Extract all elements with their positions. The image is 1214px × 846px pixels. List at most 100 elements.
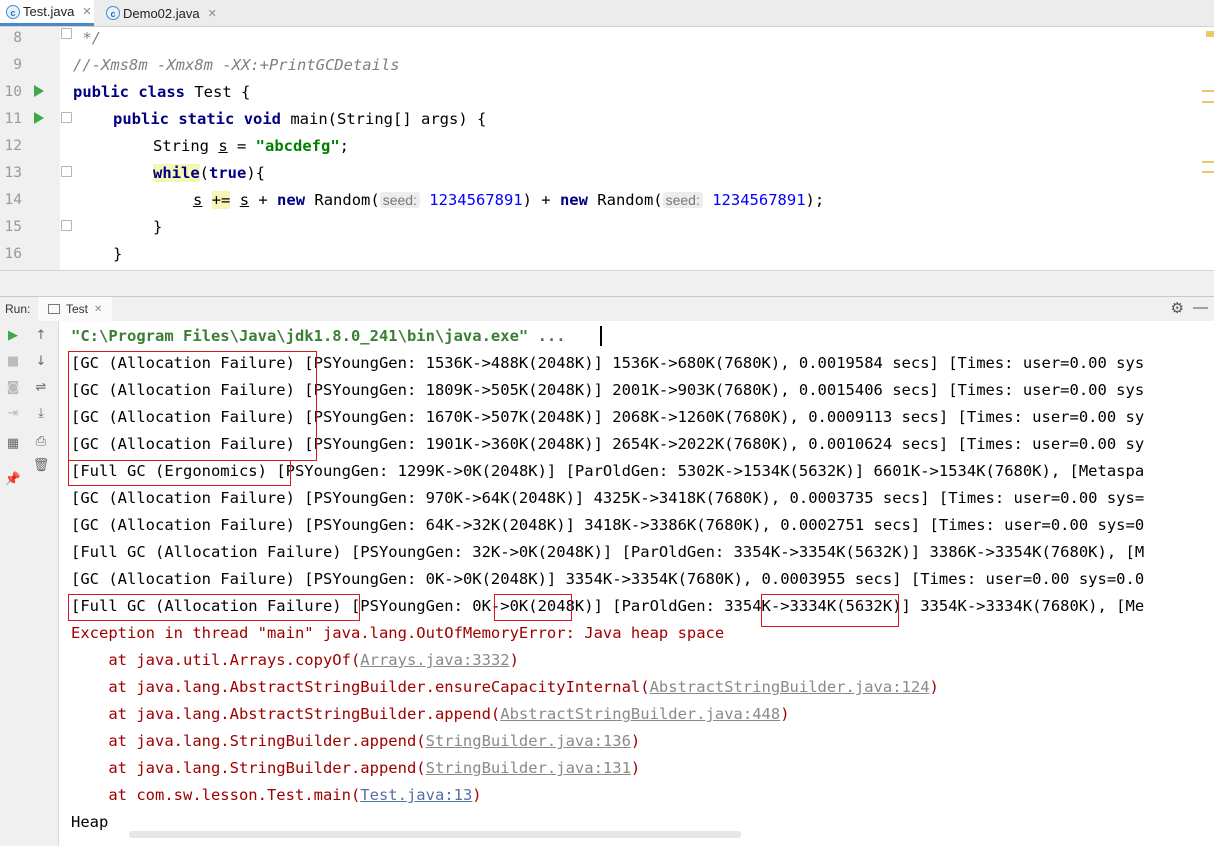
stack-text: at java.lang.StringBuilder.append( [71,759,426,777]
editor-tab-bar: c Test.java ✕ c Demo02.java ✕ [0,0,1214,27]
run-icon[interactable] [34,112,44,124]
operator: += [211,191,231,209]
gc-log-head: [GC (Allocation Failure) [71,489,295,507]
run-tool-window-header: Run: Test ✕ ⚙ — [0,296,1214,323]
source-link[interactable]: StringBuilder.java:131 [426,759,631,777]
rerun-icon[interactable]: ▶ [4,327,22,345]
close-icon[interactable]: ✕ [94,304,102,315]
tab-test-java[interactable]: c Test.java ✕ [0,0,94,26]
number-literal: 1234567891 [429,191,523,209]
code-line: 15 } [0,216,1200,243]
line-number: 9 [13,57,22,73]
panel-separator[interactable] [0,270,1214,297]
layout-icon[interactable]: ▦ [4,435,22,453]
code-text: s += s + new Random(seed: 1234567891) + … [193,189,824,211]
gc-log-rest: [PSYoungGen: 0K->0K(2048K)] [ParOldGen: … [341,597,1145,615]
exit-icon[interactable]: ⇥ [4,405,22,423]
code-fragment: main(String[] args) { [281,110,487,128]
code-comment: //-Xms8m -Xmx8m -XX:+PrintGCDetails [73,56,400,74]
console-output[interactable]: "C:\Program Files\Java\jdk1.8.0_241\bin\… [59,321,1214,846]
code-line: 8 */ [0,27,1200,54]
warning-marker[interactable] [1202,90,1214,92]
fold-icon[interactable] [61,28,72,39]
stack-frame: at com.sw.lesson.Test.main(Test.java:13) [71,784,481,806]
gc-log-rest: [PSYoungGen: 1299K->0K(2048K)] [ParOldGe… [276,462,1145,480]
run-tab-test[interactable]: Test ✕ [38,297,113,323]
fold-icon[interactable] [61,112,72,123]
keyword: class [138,83,186,101]
fold-icon[interactable] [61,220,72,231]
keyword: while [153,164,200,182]
line-number: 12 [4,138,22,154]
line-number: 11 [4,111,22,127]
line-number: 10 [4,84,22,100]
annotation-box-full-gc-ergonomics [68,460,291,486]
keyword: public [113,110,169,128]
gc-log-line: [GC (Allocation Failure) [PSYoungGen: 0K… [71,568,1144,590]
minimize-icon[interactable]: — [1193,299,1208,316]
stack-frame: at java.lang.StringBuilder.append(String… [71,730,640,752]
run-tab-label: Test [66,302,89,316]
code-text: } [153,218,163,236]
source-link[interactable]: Test.java:13 [360,786,472,804]
keyword: true [209,164,247,182]
fold-icon[interactable] [61,166,72,177]
line-number: 16 [4,246,22,262]
keyword: new [559,191,588,209]
arrow-down-icon[interactable]: ↓ [32,353,50,371]
stack-frame: at java.lang.StringBuilder.append(String… [71,757,640,779]
number-literal: 1234567891 [712,191,806,209]
code-line: 16 } [0,243,1200,270]
print-icon[interactable]: ⎙ [32,433,50,451]
text-caret [600,326,602,346]
gc-log-rest: [PSYoungGen: 64K->32K(2048K)] 3418K->338… [294,516,1145,534]
keyword: public [73,83,129,101]
arrow-up-icon[interactable]: ↑ [32,327,50,345]
stack-text: at java.lang.AbstractStringBuilder.ensur… [71,678,650,696]
annotation-box-full-gc-allocation [68,594,360,621]
close-icon[interactable]: ✕ [82,5,91,18]
string-literal: "abcdefg" [255,137,340,155]
gear-icon[interactable]: ⚙ [1171,299,1184,317]
pin-icon[interactable]: 📌 [4,471,22,489]
run-icon[interactable] [34,85,44,97]
variable: s [239,191,250,209]
horizontal-scrollbar[interactable] [129,831,741,838]
keyword: void [243,110,282,128]
close-icon[interactable]: ✕ [208,7,217,20]
code-editor[interactable]: 8 */ 9 //-Xms8m -Xmx8m -XX:+PrintGCDetai… [0,27,1214,270]
stack-text: at java.lang.StringBuilder.append( [71,732,426,750]
run-toolbar: ▶ ↑ ■ ↓ ◙ ⇌ ⇥ ⤓ ▦ ⎙ 🗑 📌 [0,321,59,846]
source-link[interactable]: AbstractStringBuilder.java:448 [500,705,780,723]
source-link[interactable]: Arrays.java:3332 [360,651,509,669]
gc-log-line: [GC (Allocation Failure) [PSYoungGen: 64… [71,514,1144,536]
stack-frame: at java.util.Arrays.copyOf(Arrays.java:3… [71,649,519,671]
gc-log-rest: [PSYoungGen: 32K->0K(2048K)] [ParOldGen:… [341,543,1145,561]
tab-label: Demo02.java [123,5,200,21]
scroll-to-end-icon[interactable]: ⤓ [32,405,50,423]
code-fragment: ) + [522,191,560,209]
stop-icon[interactable]: ■ [4,353,22,371]
code-fragment: = [227,137,256,155]
stack-frame: at java.lang.AbstractStringBuilder.ensur… [71,676,939,698]
warning-marker[interactable] [1206,31,1214,37]
tab-demo02-java[interactable]: c Demo02.java ✕ [100,0,220,26]
camera-icon[interactable]: ◙ [4,379,22,397]
soft-wrap-icon[interactable]: ⇌ [32,379,50,397]
gc-log-line: [Full GC (Allocation Failure) [PSYoungGe… [71,541,1144,563]
source-link[interactable]: StringBuilder.java:136 [426,732,631,750]
trash-icon[interactable]: 🗑 [32,457,50,475]
warning-marker[interactable] [1202,101,1214,103]
code-text: while(true){ [153,162,265,184]
code-line: 12 String s = "abcdefg"; [0,135,1200,162]
source-link[interactable]: AbstractStringBuilder.java:124 [650,678,930,696]
warning-marker[interactable] [1202,171,1214,173]
code-line: 11 public static void main(String[] args… [0,108,1200,135]
stack-text: ) [630,732,641,750]
line-number: 14 [4,192,22,208]
line-number: 13 [4,165,22,181]
code-fragment: ( [199,164,210,182]
code-line: 9 //-Xms8m -Xmx8m -XX:+PrintGCDetails [0,54,1200,81]
stack-text: ) [780,705,790,723]
warning-marker[interactable] [1202,161,1214,163]
